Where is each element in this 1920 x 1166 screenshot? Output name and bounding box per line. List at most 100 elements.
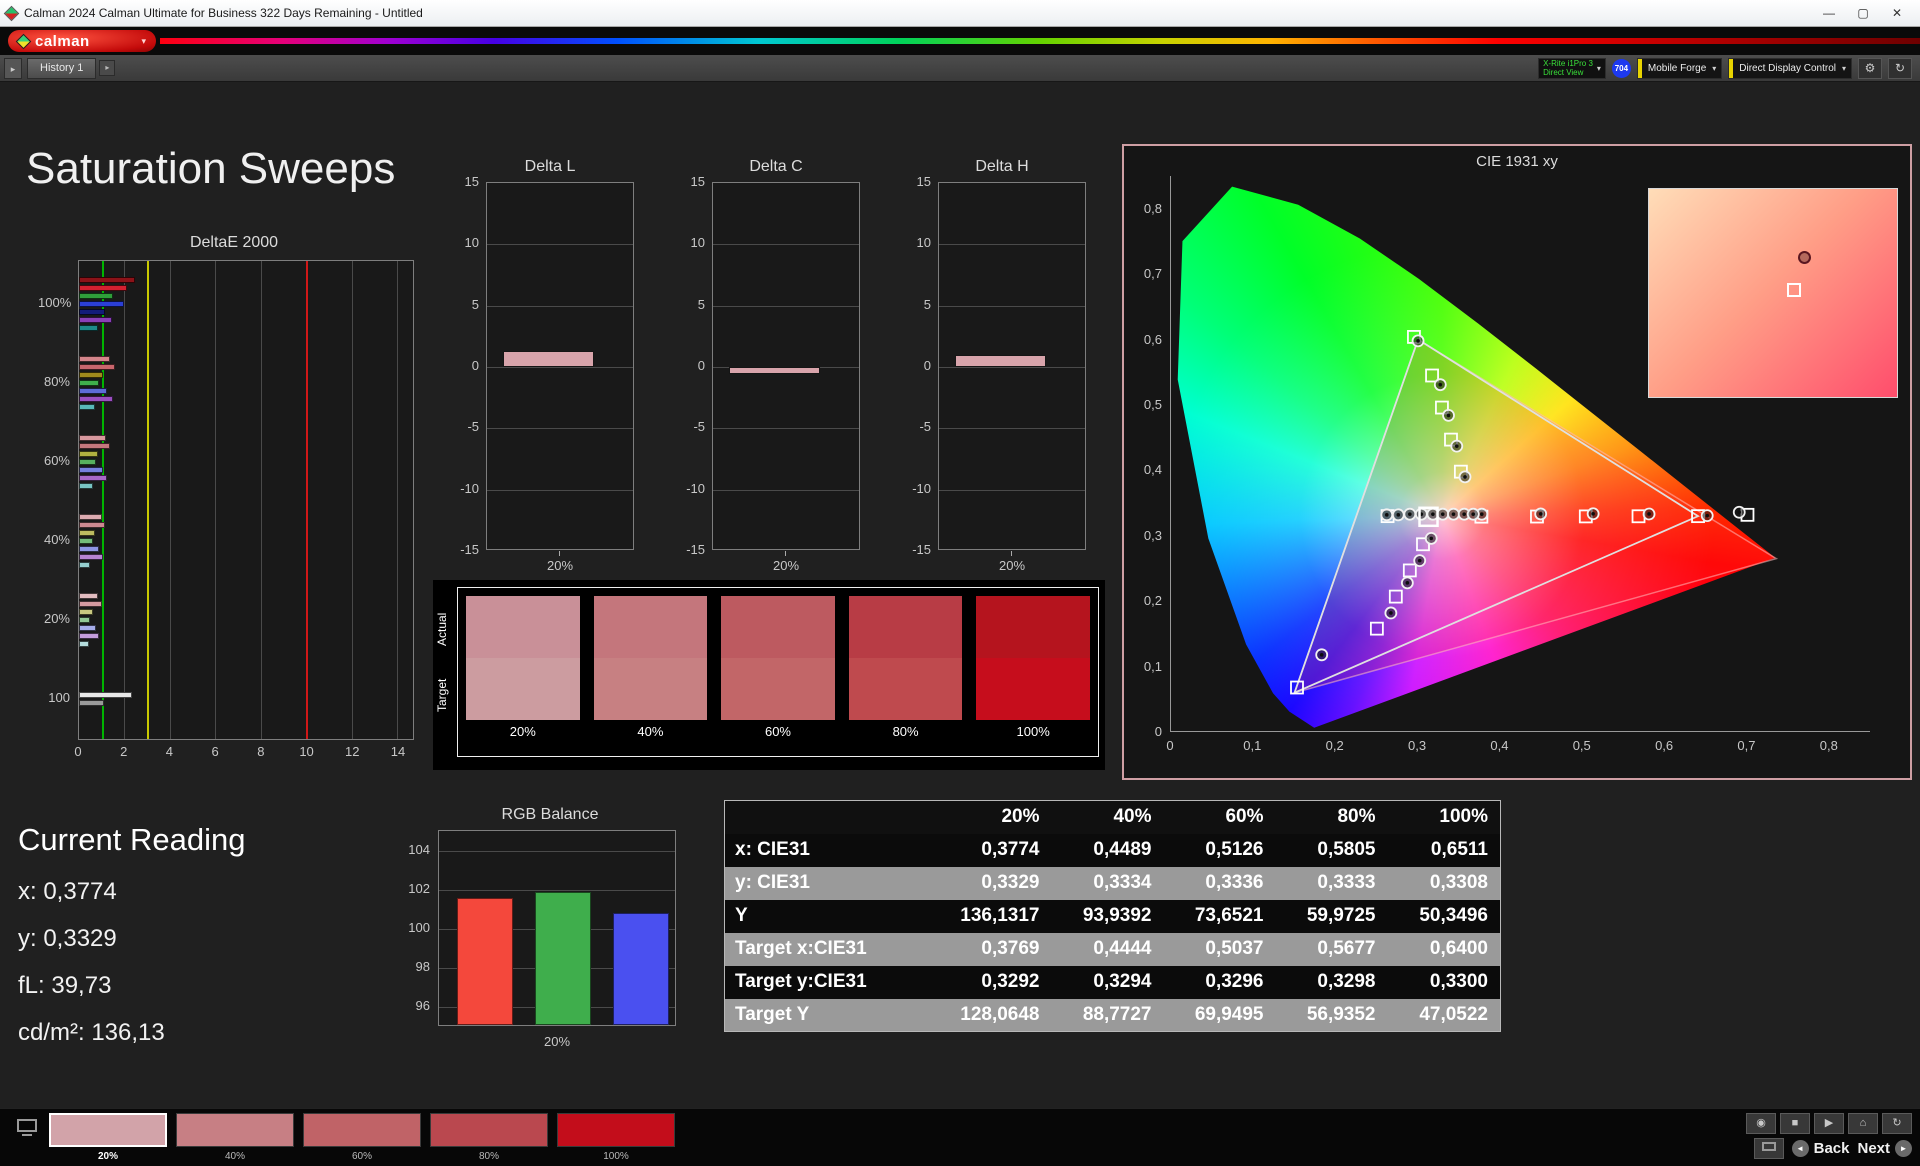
meter-dropdown[interactable]: X-Rite i1Pro 3 Direct View ▾: [1538, 57, 1606, 79]
table-cell: 0,5677: [1317, 938, 1376, 959]
gridline: [939, 367, 1085, 368]
cie-y-tick: 0,4: [1143, 462, 1162, 478]
y-tick-label: 98: [415, 959, 430, 975]
nav-row-2: ◄ Back Next ►: [1753, 1138, 1912, 1159]
display-control-label: Direct Display Control: [1739, 62, 1836, 74]
bottom-swatch-80%[interactable]: [430, 1113, 548, 1147]
delta-h-x-label: 20%: [998, 558, 1026, 573]
swatch-label: 80%: [892, 724, 919, 739]
calman-logo-menu[interactable]: calman ▾: [8, 30, 156, 52]
gridline: [487, 367, 633, 368]
table-cell: 0,3300: [1429, 971, 1488, 992]
bottom-swatch-60%[interactable]: [303, 1113, 421, 1147]
cie-zoom-inset: [1648, 188, 1898, 398]
toolbar-right: X-Rite i1Pro 3 Direct View ▾ 704 Mobile …: [1538, 57, 1916, 79]
y-tick-label: -15: [686, 542, 705, 557]
source-dropdown[interactable]: Mobile Forge ▾: [1636, 57, 1723, 79]
delta-l-plot: [486, 182, 634, 550]
y-tick-label: 15: [464, 174, 479, 189]
play-icon: ▶: [1824, 1117, 1834, 1129]
table-cell: 0,4444: [1093, 938, 1152, 959]
y-tick-label: 102: [408, 880, 430, 896]
display-preview-button[interactable]: [14, 1119, 40, 1143]
bottom-swatch-40%[interactable]: [176, 1113, 294, 1147]
y-tick-label: 15: [916, 174, 931, 189]
table-cell: 128,0648: [960, 1003, 1040, 1025]
deltae-bar: [79, 522, 106, 528]
cie-x-tick: 0,5: [1572, 738, 1591, 753]
settings-button[interactable]: ⚙: [1858, 57, 1882, 79]
stop-icon: ■: [1791, 1117, 1799, 1129]
bottom-swatch-20%[interactable]: [49, 1113, 167, 1147]
gridline: [487, 489, 633, 491]
y-tick-label: 10: [690, 235, 705, 251]
deltae-y-axis: 100% 80% 60% 40% 20% 100: [38, 260, 74, 740]
reference-line: [306, 261, 309, 739]
delta-l-x-tick: [559, 551, 560, 556]
display-button[interactable]: [1753, 1138, 1784, 1159]
target-swatch: [848, 658, 963, 720]
delta-c-chart: Delta C 15 10 5 0 -5 -10 -15 20%: [678, 158, 874, 588]
table-cell: y: CIE31: [735, 872, 810, 893]
table-row: Target x:CIE31 0,3769 0,4444 0,5037 0,5677 0,…: [724, 932, 1501, 966]
table-cell: 0,3296: [1205, 971, 1264, 992]
y-tick-label: 0: [923, 358, 931, 373]
refresh-button-2[interactable]: ↻: [1882, 1113, 1912, 1134]
home-button[interactable]: ⌂: [1848, 1113, 1878, 1134]
gridline: [215, 261, 217, 739]
column-header: 40%: [1113, 806, 1152, 828]
table-row: Target Y 128,0648 88,7727 69,9495 56,9352 47,…: [724, 998, 1501, 1032]
target-swatch: [721, 658, 835, 720]
bottom-swatch-100%[interactable]: [557, 1113, 675, 1147]
source-label: Mobile Forge: [1647, 62, 1707, 74]
rgb-bar-red: [457, 897, 513, 1025]
deltae-bar: [79, 475, 108, 481]
stop-button[interactable]: ■: [1780, 1113, 1810, 1134]
table-cell: Target Y: [735, 1003, 810, 1025]
bottom-bar: 20% 40% 60% 80% 100% ◉ ■ ▶ ⌂ ↻ ◄ Back Next: [0, 1108, 1920, 1166]
tab-expand-button[interactable]: ▸: [99, 60, 116, 76]
table-row: x: CIE31 0,3774 0,4489 0,5126 0,5805 0,6511: [724, 833, 1501, 867]
deltae-bar: [79, 554, 103, 560]
maximize-button[interactable]: ▢: [1846, 1, 1880, 26]
target-swatch: [466, 658, 580, 720]
refresh-button[interactable]: ↻: [1888, 57, 1912, 79]
swatch-grid: 20% 40% 60% 80% 100%: [457, 587, 1099, 757]
cie-y-tick: 0,2: [1143, 593, 1162, 609]
table-cell: 0,3774: [981, 839, 1040, 860]
display-control-dropdown[interactable]: Direct Display Control ▾: [1728, 57, 1852, 79]
deltae-bar: [79, 562, 91, 568]
swatch-column: 40%: [593, 596, 708, 756]
meter-label: X-Rite i1Pro 3 Direct View: [1543, 59, 1593, 77]
back-button[interactable]: ◄ Back: [1791, 1140, 1849, 1157]
y-tick-label: 5: [471, 296, 479, 312]
next-button[interactable]: Next ►: [1857, 1140, 1912, 1157]
table-cell: 0,3292: [981, 971, 1040, 992]
meter-line1: X-Rite i1Pro 3: [1543, 59, 1593, 68]
deltae-bar: [79, 633, 100, 639]
minimize-button[interactable]: —: [1812, 1, 1846, 26]
current-reading-y: y: 0,3329: [18, 925, 117, 952]
delta-c-plot: [712, 182, 860, 550]
next-circle-icon: ►: [1895, 1140, 1912, 1157]
panel-toggle-button[interactable]: ▸: [4, 57, 22, 79]
delta-c-y-axis: 15 10 5 0 -5 -10 -15: [678, 174, 708, 557]
bottom-swatch-label: 80%: [478, 1151, 499, 1162]
play-button[interactable]: ▶: [1814, 1113, 1844, 1134]
logo-bar: calman ▾: [0, 27, 1920, 55]
tab-history-1[interactable]: History 1: [27, 57, 97, 79]
gridline: [713, 244, 859, 246]
close-button[interactable]: ✕: [1880, 1, 1914, 26]
gridline: [713, 428, 859, 430]
snapshot-button[interactable]: ◉: [1746, 1113, 1776, 1134]
bottom-swatch-label: 40%: [224, 1151, 245, 1162]
display-control-stripe: [1729, 58, 1734, 78]
table-cell: 93,9392: [1082, 905, 1152, 926]
deltae-bar: [79, 325, 99, 331]
chevron-down-icon: ▾: [141, 35, 146, 46]
table-cell: 0,5805: [1317, 839, 1376, 860]
gridline: [169, 261, 171, 739]
y-group-label: 100%: [38, 295, 72, 310]
swatch-column: 60%: [721, 596, 835, 756]
rgb-bar-blue: [613, 913, 669, 1025]
